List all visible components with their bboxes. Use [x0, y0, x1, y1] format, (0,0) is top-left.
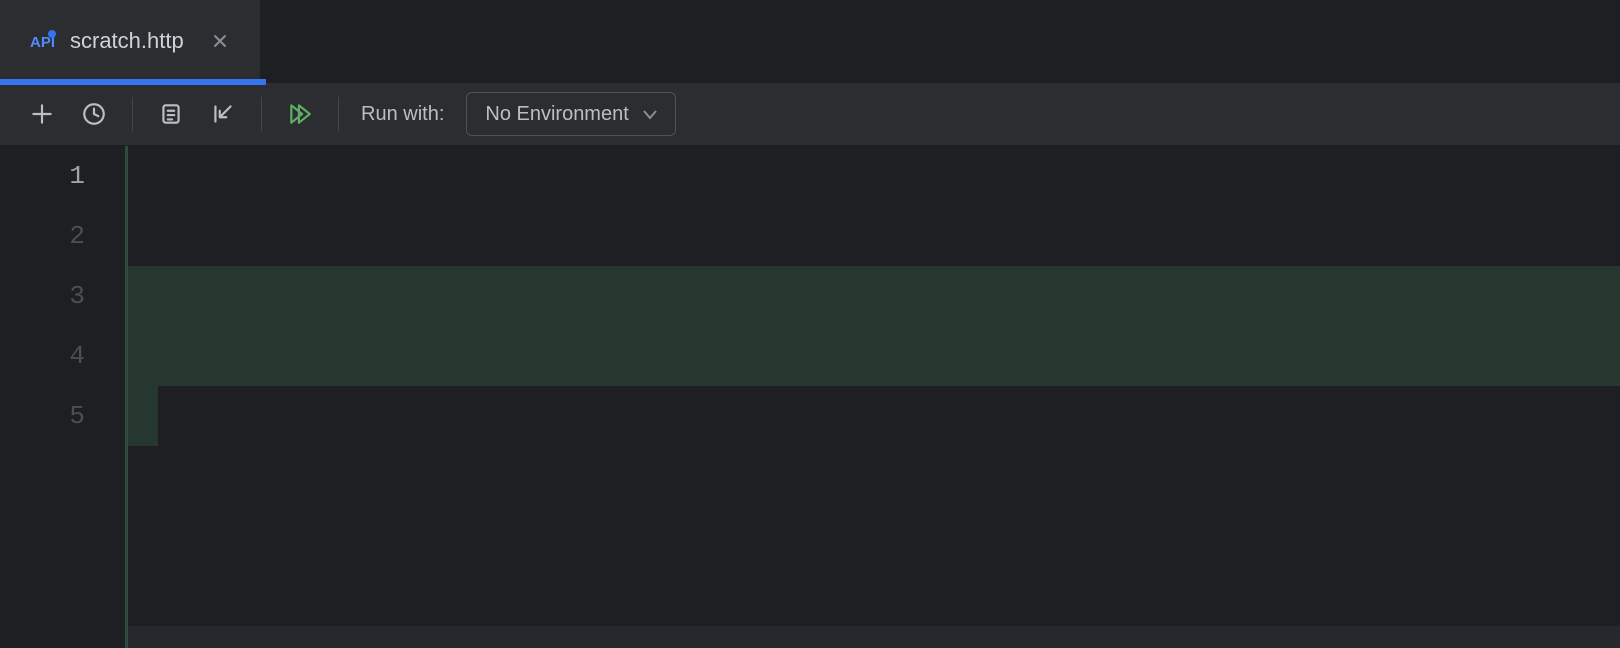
tab-active-indicator — [0, 79, 266, 85]
code-editor[interactable]: 1 2 3 4 5 GRPC grpcs://grpcb.in:9001/hel… — [0, 146, 1620, 648]
close-icon[interactable] — [208, 29, 232, 53]
request-body-highlight-tail — [128, 386, 158, 446]
history-button[interactable] — [74, 94, 114, 134]
tab-scratch-http[interactable]: API scratch.http — [0, 0, 260, 82]
line-number: 5 — [0, 386, 125, 446]
request-body-highlight — [128, 266, 1620, 386]
environment-value: No Environment — [485, 103, 628, 126]
toolbar-divider — [261, 97, 262, 131]
editor-toolbar: Run with: No Environment — [0, 82, 1620, 146]
line-number: 2 — [0, 206, 125, 266]
toolbar-divider — [132, 97, 133, 131]
run-with-label: Run with: — [361, 103, 444, 126]
line-number: 1 — [0, 146, 125, 206]
toolbar-divider — [338, 97, 339, 131]
tab-bar: API scratch.http — [0, 0, 1620, 82]
api-icon: API — [30, 30, 56, 52]
code-area[interactable]: GRPC grpcs://grpcb.in:9001/hello.HelloSe… — [128, 146, 1620, 648]
add-request-button[interactable] — [22, 94, 62, 134]
tab-filename: scratch.http — [70, 28, 184, 54]
line-number: 4 — [0, 326, 125, 386]
gutter: 1 2 3 4 5 — [0, 146, 128, 648]
line-number: 3 — [0, 266, 125, 326]
chevron-down-icon — [643, 103, 657, 126]
examples-button[interactable] — [151, 94, 191, 134]
environment-dropdown[interactable]: No Environment — [466, 92, 675, 136]
run-all-button[interactable] — [280, 94, 320, 134]
import-button[interactable] — [203, 94, 243, 134]
code-line-1: GRPC grpcs://grpcb.in:9001/hello.HelloSe… — [128, 626, 1620, 648]
